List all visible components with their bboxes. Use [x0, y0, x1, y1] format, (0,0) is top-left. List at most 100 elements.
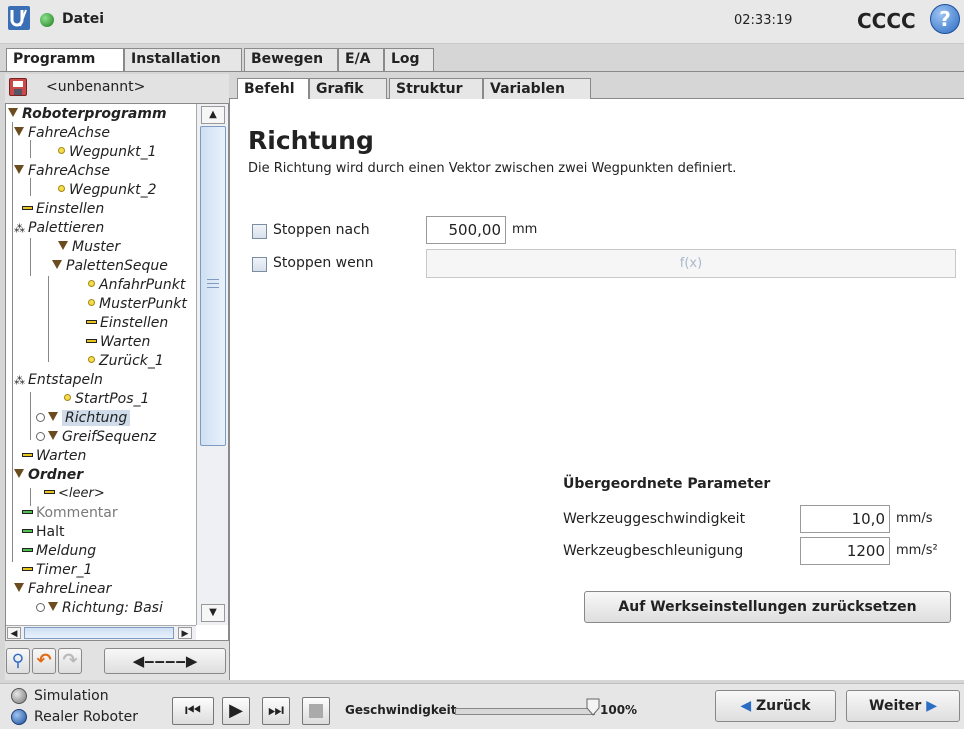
tree-node[interactable]: Timer_1	[22, 561, 92, 580]
tree-node[interactable]: FahreAchse	[14, 162, 110, 181]
question-icon[interactable]: ?	[930, 4, 960, 34]
move-triangle-icon	[14, 165, 24, 174]
tree-node[interactable]: MusterPunkt	[88, 295, 187, 314]
stop-when-checkbox[interactable]	[252, 257, 267, 272]
tab-programm[interactable]: Programm	[6, 48, 124, 71]
folder-triangle-icon	[14, 469, 24, 478]
page-title: Richtung	[248, 126, 374, 155]
tree-node[interactable]: <leer>	[44, 485, 105, 504]
stop-when-label: Stoppen wenn	[273, 255, 374, 271]
tab-ea[interactable]: E/A	[338, 48, 384, 71]
move-node-button[interactable]: ◀‒‒‒‒▶	[104, 648, 226, 674]
expand-key-icon	[36, 432, 45, 441]
stop-after-input[interactable]: 500,00	[426, 216, 506, 244]
reset-defaults-button[interactable]: Auf Werkseinstellungen zurücksetzen	[584, 591, 951, 623]
tree-node[interactable]: StartPos_1	[64, 390, 149, 409]
run-status-icon	[40, 13, 54, 27]
stop-button[interactable]	[302, 697, 330, 725]
clock: 02:33:19	[734, 13, 793, 28]
tree-node[interactable]: FahreLinear	[14, 580, 111, 599]
stop-when-expression-field[interactable]: f(x)	[426, 249, 956, 278]
tree-node[interactable]: Einstellen	[22, 200, 104, 219]
direction-triangle-icon	[48, 412, 58, 421]
scroll-thumb[interactable]	[200, 126, 226, 446]
tree-node[interactable]: AnfahrPunkt	[88, 276, 185, 295]
scroll-right-arrow[interactable]: ▶	[178, 627, 192, 639]
step-button[interactable]: ⏭	[262, 697, 290, 725]
parent-params-heading: Übergeordnete Parameter	[563, 476, 771, 492]
empty-icon	[44, 490, 55, 494]
save-icon[interactable]	[9, 78, 27, 96]
ur-logo-icon	[8, 6, 30, 30]
tree-node[interactable]: PalettenSeque	[52, 257, 168, 276]
real-robot-label: Realer Roboter	[34, 709, 138, 725]
speed-slider[interactable]	[455, 708, 595, 715]
tree-node[interactable]: Muster	[58, 238, 120, 257]
tree-node[interactable]: Kommentar	[22, 504, 118, 523]
sequence-triangle-icon	[52, 260, 62, 269]
tree-node[interactable]: FahreAchse	[14, 124, 110, 143]
program-tree[interactable]: Roboterprogramm FahreAchse Wegpunkt_1 Fa…	[5, 103, 229, 641]
undo-button[interactable]: ↶	[32, 648, 56, 674]
tree-node[interactable]: Wegpunkt_2	[58, 181, 156, 200]
scroll-down-arrow[interactable]: ▼	[201, 604, 225, 622]
message-icon	[22, 548, 33, 552]
scroll-h-thumb[interactable]	[24, 627, 174, 639]
search-tree-button[interactable]: ⚲	[6, 648, 30, 674]
tab-log[interactable]: Log	[384, 48, 434, 71]
redo-button[interactable]: ↷	[58, 648, 82, 674]
top-bar: Datei 02:33:19 CCCC ?	[0, 0, 964, 44]
expand-key-icon	[36, 413, 45, 422]
scroll-up-arrow[interactable]: ▲	[201, 106, 225, 124]
tree-node-selected[interactable]: Richtung	[36, 409, 131, 428]
page-description: Die Richtung wird durch einen Vektor zwi…	[248, 161, 737, 176]
subtab-variablen[interactable]: Variablen	[483, 78, 591, 99]
subtab-grafik[interactable]: Grafik	[309, 78, 387, 99]
stop-after-checkbox[interactable]	[252, 224, 267, 239]
tree-node[interactable]: Einstellen	[86, 314, 168, 333]
tree-node[interactable]: GreifSequenz	[36, 428, 156, 447]
search-icon: ⚲	[11, 651, 25, 671]
tree-connector	[30, 238, 31, 276]
set-icon	[86, 320, 97, 324]
tool-accel-input[interactable]: 1200	[800, 537, 890, 565]
tree-horizontal-scrollbar[interactable]: ◀ ▶	[6, 625, 196, 640]
tree-node[interactable]: Halt	[22, 523, 65, 542]
tool-speed-unit: mm/s	[896, 511, 933, 526]
simulation-radio[interactable]	[11, 688, 27, 704]
tree-node[interactable]: Warten	[86, 333, 150, 352]
tree-node[interactable]: Ordner	[14, 466, 83, 485]
tree-vertical-scrollbar[interactable]: ▲ ▼	[196, 104, 228, 625]
robot-name: CCCC	[857, 9, 916, 33]
direction-triangle-icon	[48, 602, 58, 611]
real-robot-radio[interactable]	[11, 709, 27, 725]
next-button[interactable]: Weiter ▶	[846, 690, 960, 722]
move-triangle-icon	[14, 583, 24, 592]
tree-node[interactable]: Richtung: Basi	[36, 599, 163, 618]
back-button[interactable]: ◀ Zurück	[715, 690, 836, 722]
halt-icon	[22, 529, 33, 533]
tree-node[interactable]: ⁂ Palettieren	[14, 219, 104, 238]
depallet-icon: ⁂	[14, 374, 25, 387]
scroll-left-arrow[interactable]: ◀	[7, 627, 21, 639]
wait-icon	[22, 453, 33, 457]
tool-speed-input[interactable]: 10,0	[800, 505, 890, 533]
play-button[interactable]: ▶	[222, 697, 250, 725]
speed-slider-handle[interactable]	[586, 698, 600, 716]
file-menu[interactable]: Datei	[62, 11, 104, 27]
tool-speed-label: Werkzeuggeschwindigkeit	[563, 511, 746, 527]
tab-strip-line	[0, 71, 964, 72]
rewind-button[interactable]: ⏮	[172, 697, 214, 725]
tree-node[interactable]: Warten	[22, 447, 86, 466]
tree-node[interactable]: ⁂ Entstapeln	[14, 371, 103, 390]
tree-node[interactable]: Meldung	[22, 542, 96, 561]
timer-icon	[22, 567, 33, 571]
waypoint-icon	[88, 299, 95, 306]
subtab-struktur[interactable]: Struktur	[389, 78, 483, 99]
tree-node[interactable]: Wegpunkt_1	[58, 143, 156, 162]
tree-node-root[interactable]: Roboterprogramm	[8, 105, 167, 124]
tree-node[interactable]: Zurück_1	[88, 352, 164, 371]
tab-bewegen[interactable]: Bewegen	[244, 48, 338, 71]
subtab-befehl[interactable]: Befehl	[237, 78, 309, 99]
tab-installation[interactable]: Installation	[124, 48, 242, 71]
